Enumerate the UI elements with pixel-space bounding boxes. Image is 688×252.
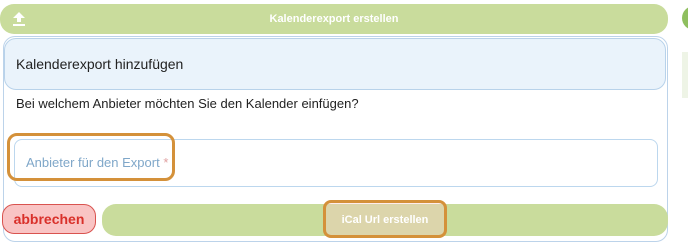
- create-label: iCal Url erstellen: [341, 214, 429, 226]
- cancel-button[interactable]: abbrechen: [2, 204, 96, 234]
- upload-icon: [13, 12, 25, 26]
- top-bar-label: Kalenderexport erstellen: [269, 13, 399, 25]
- side-panel-circle: [682, 6, 688, 30]
- provider-highlight: [7, 133, 175, 181]
- cancel-label: abbrechen: [13, 211, 85, 227]
- export-top-bar[interactable]: Kalenderexport erstellen: [0, 4, 668, 34]
- side-panel-strip: [682, 52, 688, 98]
- provider-question: Bei welchem Anbieter möchten Sie den Kal…: [16, 96, 359, 111]
- dialog-title: Kalenderexport hinzufügen: [16, 56, 184, 72]
